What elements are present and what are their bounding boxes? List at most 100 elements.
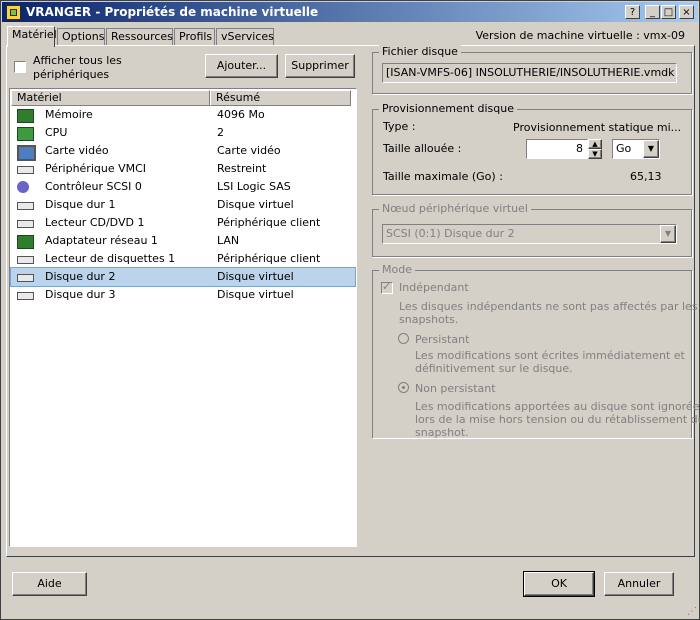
tab-materiel[interactable]: Matériel [7,26,57,47]
disk-icon [17,292,34,300]
cpu-icon [17,127,34,141]
network-icon [17,235,34,249]
table-row[interactable]: Mémoire 4096 Mo [11,106,355,124]
vmci-icon [17,166,34,174]
disk-file-group-label: Fichier disque [379,45,461,58]
hardware-list: Matériel Résumé Mémoire 4096 Mo CPU 2 Carte … [9,88,357,547]
hardware-name: Mémoire [45,108,93,121]
minimize-button[interactable]: _ [645,5,660,19]
table-row[interactable]: Contrôleur SCSI 0 LSI Logic SAS [11,178,355,196]
checkmark-icon: ✓ [382,280,392,293]
help-title-button[interactable]: ? [625,5,640,19]
allocated-size-input[interactable]: 8 [526,139,588,159]
hardware-summary: Disque virtuel [217,288,294,301]
table-row[interactable]: Disque dur 3 Disque virtuel [11,286,355,304]
independent-checkbox: ✓ [381,280,393,294]
persistent-label: Persistant [415,333,470,346]
disk-file-path: [ISAN-VMFS-06] INSOLUTHERIE/INSOLUTHERIE… [382,63,677,83]
show-all-checkbox[interactable] [14,61,26,73]
provisioning-group-label: Provisionnement disque [379,102,517,115]
resize-grip-icon[interactable]: ⋰ [687,606,697,617]
mode-group: Mode ✓ Indépendant Les disques indépenda… [372,263,700,439]
floppy-icon [17,256,34,264]
spin-up-icon[interactable]: ▲ [588,139,602,149]
vm-app-icon [6,5,21,20]
virtual-node-group: Nœud périphérique virtuel SCSI (0:1) Dis… [372,202,692,257]
disk-icon [17,202,34,210]
help-button[interactable]: Aide [12,572,87,596]
hardware-summary: Disque virtuel [217,198,294,211]
provisioning-group: Provisionnement disque Type : Provisionn… [372,102,692,195]
hardware-name: Adaptateur réseau 1 [45,234,158,247]
scsi-icon [17,181,29,193]
virtual-node-group-label: Nœud périphérique virtuel [379,202,531,215]
hardware-name: Carte vidéo [45,144,109,157]
type-label: Type : [383,120,416,133]
table-row[interactable]: Adaptateur réseau 1 LAN [11,232,355,250]
hardware-name: Périphérique VMCI [45,162,147,175]
table-row[interactable]: Périphérique VMCI Restreint [11,160,355,178]
close-button[interactable]: × [679,5,694,19]
size-unit-select[interactable]: Go ▼ [612,139,660,159]
hardware-summary: Périphérique client [217,252,321,265]
column-header-summary[interactable]: Résumé [210,90,351,106]
nonpersistent-desc: lors de la mise hors tension ou du rétab… [415,413,700,426]
hardware-summary: Restreint [217,162,267,175]
show-all-label-1: Afficher tous les [33,54,122,67]
chevron-down-icon: ▼ [660,225,676,243]
ok-button[interactable]: OK [523,571,595,597]
maximize-button[interactable]: □ [661,5,676,19]
properties-window: VRANGER - Propriétés de machine virtuell… [0,0,700,620]
tab-ressources[interactable]: Ressources [106,28,173,45]
allocated-size-label: Taille allouée : [383,142,462,155]
spin-down-icon[interactable]: ▼ [588,149,602,159]
hardware-name: Contrôleur SCSI 0 [45,180,142,193]
chevron-down-icon[interactable]: ▼ [643,140,659,158]
nonpersistent-desc: snapshot. [415,426,469,439]
hardware-name: Lecteur CD/DVD 1 [45,216,145,229]
window-title: VRANGER - Propriétés de machine virtuell… [26,5,319,19]
persistent-radio [398,333,409,344]
memory-icon [17,109,34,123]
virtual-node-value: SCSI (0:1) Disque dur 2 [386,227,515,240]
size-unit-value: Go [616,142,632,155]
show-all-label-2: périphériques [33,68,110,81]
hardware-name: Disque dur 3 [45,288,116,301]
independent-desc: snapshots. [399,313,459,326]
hardware-name: CPU [45,126,68,139]
table-row[interactable]: Disque dur 2 Disque virtuel [10,267,356,287]
persistent-desc: définitivement sur le disque. [415,362,573,375]
table-row[interactable]: Disque dur 1 Disque virtuel [11,196,355,214]
cdrom-icon [17,220,34,228]
remove-button[interactable]: Supprimer [285,54,355,78]
nonpersistent-label: Non persistant [415,382,496,395]
add-button[interactable]: Ajouter... [205,54,278,78]
table-row[interactable]: Lecteur de disquettes 1 Périphérique clie… [11,250,355,268]
tab-profils[interactable]: Profils [174,28,215,45]
disk-file-group: Fichier disque [ISAN-VMFS-06] INSOLUTHER… [372,45,692,94]
monitor-icon [17,145,36,161]
hardware-name: Disque dur 2 [45,270,116,283]
max-size-label: Taille maximale (Go) : [383,170,503,183]
tab-options[interactable]: Options [57,28,105,45]
hardware-summary: LSI Logic SAS [217,180,291,193]
table-row[interactable]: CPU 2 [11,124,355,142]
table-row[interactable]: Lecteur CD/DVD 1 Périphérique client [11,214,355,232]
type-value: Provisionnement statique mi... [513,121,682,134]
size-spinner[interactable]: ▲ ▼ [588,139,602,159]
vm-version: Version de machine virtuelle : vmx-09 [475,29,685,42]
cancel-button[interactable]: Annuler [604,572,674,596]
virtual-node-select: SCSI (0:1) Disque dur 2 ▼ [382,224,677,244]
hardware-summary: Disque virtuel [217,270,294,283]
hardware-name: Lecteur de disquettes 1 [45,252,176,265]
nonpersistent-radio [398,382,409,393]
tab-vservices[interactable]: vServices [216,28,274,45]
column-header-hardware[interactable]: Matériel [11,90,210,106]
nonpersistent-desc: Les modifications apportées au disque so… [415,400,700,413]
hardware-summary: 4096 Mo [217,108,265,121]
table-row[interactable]: Carte vidéo Carte vidéo [11,142,355,161]
hardware-summary: Périphérique client [217,216,321,229]
hardware-summary: Carte vidéo [217,144,281,157]
hardware-name: Disque dur 1 [45,198,116,211]
title-bar: VRANGER - Propriétés de machine virtuell… [2,2,698,22]
